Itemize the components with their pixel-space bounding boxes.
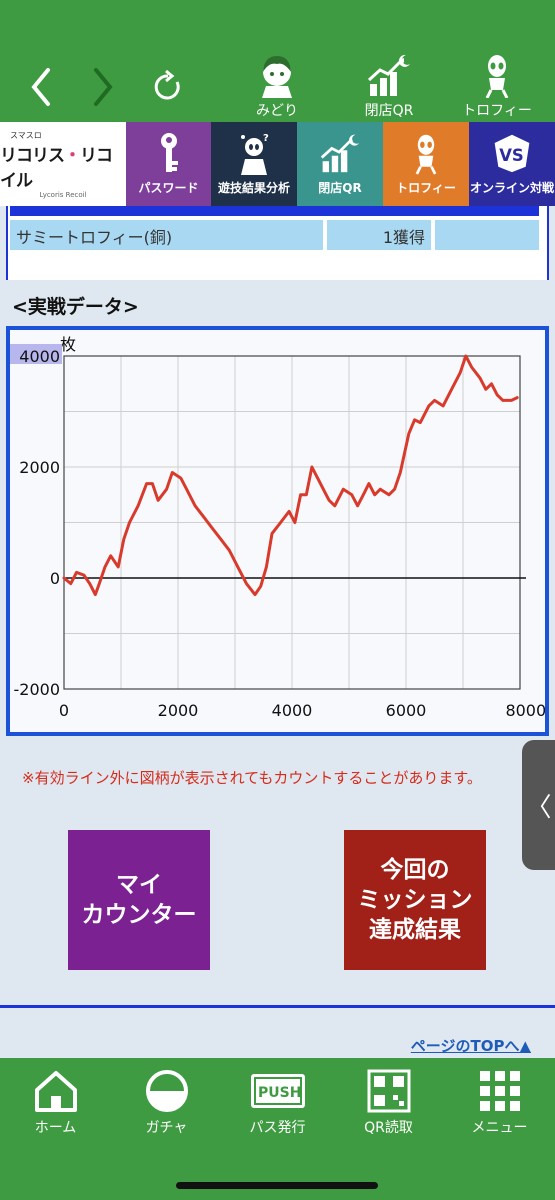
bottom-nav-label: QR読取 bbox=[364, 1120, 413, 1136]
key-icon bbox=[148, 131, 190, 175]
alien-trophy-icon bbox=[405, 131, 447, 175]
tab-closing-qr[interactable]: 閉店QR bbox=[297, 122, 383, 206]
tab-label: 閉店QR bbox=[318, 181, 362, 195]
bottom-nav-label: ガチャ bbox=[145, 1120, 188, 1136]
mission-line: ミッション bbox=[357, 887, 473, 913]
y-tick-label: 4000 bbox=[19, 347, 60, 366]
tab-label: 遊技結果分析 bbox=[217, 181, 290, 195]
bottom-nav-qr-read[interactable]: QR読取 bbox=[333, 1058, 444, 1200]
x-tick-label: 2000 bbox=[158, 701, 199, 720]
trophy-name: サミートロフィー(銅) bbox=[10, 220, 323, 250]
my-counter-line: マイ bbox=[116, 872, 162, 898]
y-tick-label: -2000 bbox=[14, 680, 61, 699]
top-link-trophy[interactable]: トロフィー bbox=[452, 52, 542, 120]
y-tick-label: 0 bbox=[50, 569, 60, 588]
home-icon bbox=[33, 1068, 79, 1114]
x-tick-label: 6000 bbox=[386, 701, 427, 720]
trophy-row: サミートロフィー(銅) 1獲得 bbox=[10, 220, 539, 250]
bottom-nav-home[interactable]: ホーム bbox=[0, 1058, 111, 1200]
series-line bbox=[62, 354, 519, 597]
y-axis-label: 枚 bbox=[60, 335, 76, 354]
x-tick-label: 4000 bbox=[272, 701, 313, 720]
tab-label: パスワード bbox=[138, 181, 199, 195]
top-link-label: トロフィー bbox=[462, 103, 532, 119]
top-link-label: みどり bbox=[256, 103, 298, 119]
tab-label: トロフィー bbox=[396, 181, 456, 195]
vs-icon: VS bbox=[491, 131, 533, 175]
my-counter-label: マイ カウンター bbox=[82, 870, 197, 930]
my-counter-button[interactable]: マイ カウンター bbox=[68, 830, 210, 970]
mission-result-label: 今回の ミッション 達成結果 bbox=[358, 855, 473, 945]
top-link-label: 閉店QR bbox=[364, 103, 414, 119]
push-icon-text: PUSH bbox=[258, 1085, 301, 1101]
tab-trophy[interactable]: トロフィー bbox=[383, 122, 469, 206]
trophy-count: 1獲得 bbox=[327, 220, 431, 250]
logo-small-text: スマスロ bbox=[10, 130, 42, 140]
play-data-chart: 枚400020000-200002000400060008000G bbox=[6, 326, 549, 736]
tab-online-battle[interactable]: VS オンライン対戦 bbox=[469, 122, 555, 206]
top-link-midori[interactable]: みどり bbox=[232, 52, 322, 120]
mission-line: 今回の bbox=[380, 857, 450, 883]
svg-text:?: ? bbox=[263, 133, 269, 144]
tab-analysis[interactable]: ? 遊技結果分析 bbox=[211, 122, 297, 206]
gacha-icon bbox=[144, 1068, 190, 1114]
menu-tabs: スマスロ リコリス・リコイル Lycoris Recoil パスワード ? 遊技… bbox=[0, 122, 555, 206]
bottom-nav-label: ホーム bbox=[34, 1120, 77, 1136]
trophy-extra-cell bbox=[435, 220, 539, 250]
svg-text:VS: VS bbox=[499, 146, 524, 165]
top-navigation-bar: みどり 閉店QR トロフィー bbox=[0, 0, 555, 122]
alien-trophy-icon bbox=[474, 52, 520, 99]
my-counter-line: カウンター bbox=[81, 902, 197, 928]
section-divider bbox=[0, 1005, 555, 1008]
logo-main-text: リコリス・リコイル bbox=[0, 141, 126, 191]
back-icon[interactable] bbox=[22, 62, 62, 112]
bottom-nav-pass-issue[interactable]: PUSH パス発行 bbox=[222, 1058, 333, 1200]
push-icon: PUSH bbox=[249, 1068, 307, 1114]
section-title: <実戦データ> bbox=[12, 296, 139, 318]
notice-text: ※有効ライン外に図柄が表示されてもカウントすることがあります。 bbox=[22, 769, 482, 787]
tab-label: オンライン対戦 bbox=[469, 181, 554, 195]
tab-password[interactable]: パスワード bbox=[126, 122, 211, 206]
forward-icon[interactable] bbox=[82, 62, 122, 112]
trophy-panel: サミートロフィー(銅) 1獲得 bbox=[0, 206, 555, 280]
bottom-nav-label: パス発行 bbox=[249, 1120, 306, 1136]
game-logo[interactable]: スマスロ リコリス・リコイル Lycoris Recoil bbox=[0, 122, 126, 206]
logo-sub-text: Lycoris Recoil bbox=[39, 190, 87, 199]
trophy-header-bar bbox=[10, 206, 539, 216]
logo-part-b: ・ bbox=[64, 145, 81, 166]
character-icon bbox=[254, 52, 300, 98]
mission-line: 達成結果 bbox=[369, 917, 461, 943]
top-link-closing-qr[interactable]: 閉店QR bbox=[344, 52, 434, 120]
logo-part-a: リコリス bbox=[0, 145, 65, 166]
bottom-nav-menu[interactable]: メニュー bbox=[444, 1058, 555, 1200]
analysis-icon: ? bbox=[233, 131, 275, 175]
page-top-link[interactable]: ページのTOPへ▲ bbox=[411, 1035, 531, 1056]
y-tick-label: 2000 bbox=[19, 458, 60, 477]
bottom-navigation-bar: ホーム ガチャ PUSH パス発行 QR読取 メニュー bbox=[0, 1058, 555, 1200]
reload-icon[interactable] bbox=[148, 62, 188, 112]
chart-moon-icon bbox=[366, 52, 412, 98]
chart-moon-icon bbox=[319, 131, 361, 175]
mission-result-button[interactable]: 今回の ミッション 達成結果 bbox=[344, 830, 486, 970]
home-indicator bbox=[176, 1182, 378, 1189]
bottom-nav-label: メニュー bbox=[471, 1120, 528, 1136]
x-tick-label: 0 bbox=[59, 701, 69, 720]
grid-menu-icon bbox=[477, 1068, 523, 1114]
qr-icon bbox=[366, 1068, 412, 1114]
x-tick-label: 8000G bbox=[505, 701, 545, 720]
bottom-nav-gacha[interactable]: ガチャ bbox=[111, 1058, 222, 1200]
chart-svg: 枚400020000-200002000400060008000G bbox=[10, 335, 545, 720]
side-drawer-tab[interactable]: 〈 bbox=[522, 740, 555, 870]
